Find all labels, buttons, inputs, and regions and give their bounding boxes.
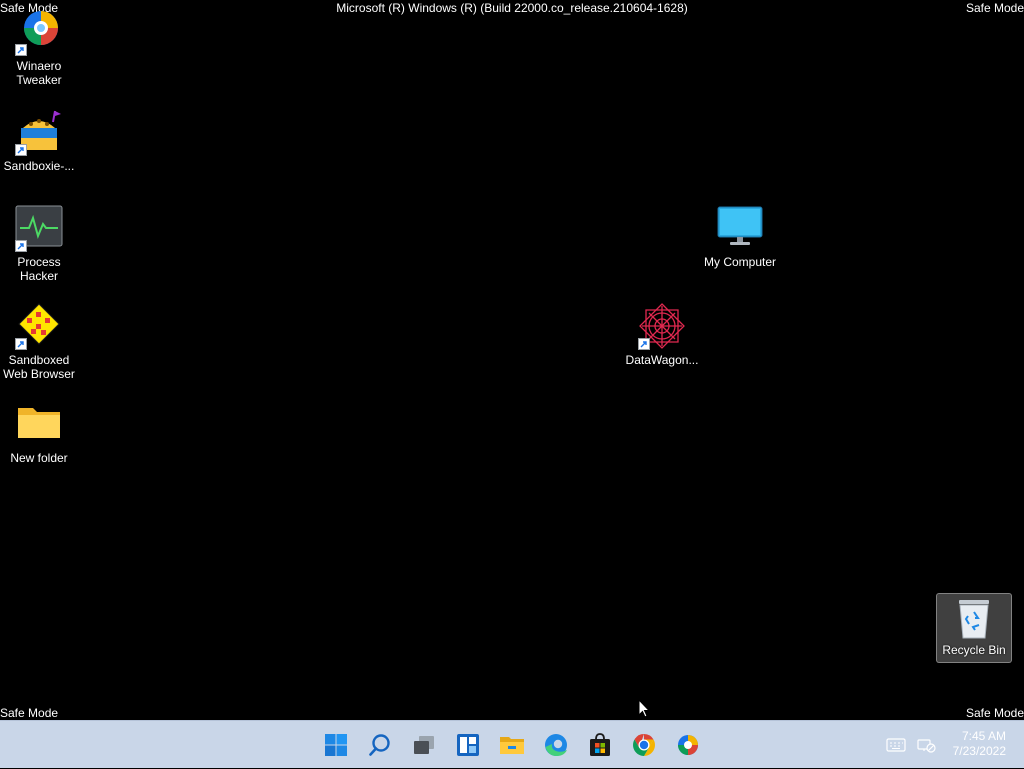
shortcut-arrow-icon <box>15 144 27 156</box>
sandboxie-icon <box>15 108 63 156</box>
desktop-icon-label: DataWagon... <box>625 353 699 367</box>
desktop-icon-datawagon[interactable]: DataWagon... <box>624 302 700 367</box>
shortcut-arrow-icon <box>638 338 650 350</box>
shortcut-arrow-icon <box>15 240 27 252</box>
taskbar-task-view-button[interactable] <box>406 727 442 763</box>
file-explorer-icon <box>500 737 524 754</box>
safe-mode-label-bottom-right: Safe Mode <box>965 706 1024 720</box>
shortcut-arrow-icon <box>15 338 27 350</box>
desktop-icon-sandboxie[interactable]: Sandboxie-... <box>1 108 77 173</box>
process-hacker-icon <box>15 204 63 252</box>
taskbar-store-button[interactable] <box>582 727 618 763</box>
mouse-cursor-icon <box>638 698 651 720</box>
desktop-icon-label: Recycle Bin <box>942 643 1006 657</box>
store-icon <box>590 733 610 756</box>
search-icon <box>369 734 390 756</box>
folder-icon <box>15 400 63 448</box>
desktop[interactable]: Safe Mode Microsoft (R) Windows (R) (Bui… <box>0 0 1024 720</box>
tray-keyboard-button[interactable] <box>886 721 906 769</box>
desktop-icon-new-folder[interactable]: New folder <box>1 400 77 465</box>
keyboard-icon <box>886 738 906 752</box>
safe-mode-label-top-right: Safe Mode <box>965 1 1024 15</box>
monitor-icon <box>716 204 764 252</box>
desktop-icon-label: My Computer <box>703 255 777 269</box>
winaero-tweaker-icon <box>15 8 63 56</box>
winaero-taskbar-icon <box>678 735 698 755</box>
desktop-icon-recycle-bin[interactable]: Recycle Bin <box>936 593 1012 663</box>
tray-network-button[interactable] <box>916 721 936 769</box>
tray-clock[interactable]: 7:45 AM 7/23/2022 <box>953 729 1006 759</box>
windows-start-icon <box>325 734 347 756</box>
desktop-icon-my-computer[interactable]: My Computer <box>702 204 778 269</box>
datawagon-icon <box>638 302 686 350</box>
shortcut-arrow-icon <box>15 44 27 56</box>
safe-mode-label-bottom-left: Safe Mode <box>0 706 59 720</box>
desktop-icon-label: Winaero Tweaker <box>16 59 62 87</box>
clock-time: 7:45 AM <box>961 729 1006 743</box>
desktop-icon-winaero-tweaker[interactable]: Winaero Tweaker <box>1 8 77 87</box>
desktop-icon-label: Sandboxed Web Browser <box>3 353 75 381</box>
taskbar: 7:45 AM 7/23/2022 <box>0 720 1024 768</box>
desktop-icon-label: Sandboxie-... <box>3 159 75 173</box>
sandboxed-browser-icon <box>15 302 63 350</box>
desktop-icon-process-hacker[interactable]: Process Hacker <box>1 204 77 283</box>
taskbar-widgets-button[interactable] <box>450 727 486 763</box>
taskbar-search-button[interactable] <box>362 727 398 763</box>
recycle-bin-icon <box>954 598 994 640</box>
taskbar-start-button[interactable] <box>318 727 354 763</box>
task-view-icon <box>414 736 434 754</box>
taskbar-chrome-button[interactable] <box>626 727 662 763</box>
desktop-icon-label: New folder <box>10 451 68 465</box>
chrome-icon <box>633 734 655 756</box>
clock-date: 7/23/2022 <box>952 744 1006 758</box>
taskbar-file-explorer-button[interactable] <box>494 727 530 763</box>
taskbar-winaero-button[interactable] <box>670 727 706 763</box>
build-title: Microsoft (R) Windows (R) (Build 22000.c… <box>336 1 688 15</box>
widgets-icon <box>457 734 479 756</box>
network-off-icon <box>917 739 936 753</box>
edge-icon <box>545 734 567 756</box>
taskbar-edge-button[interactable] <box>538 727 574 763</box>
desktop-icon-sandboxed-web-browser[interactable]: Sandboxed Web Browser <box>1 302 77 381</box>
desktop-icon-label: Process Hacker <box>17 255 61 283</box>
